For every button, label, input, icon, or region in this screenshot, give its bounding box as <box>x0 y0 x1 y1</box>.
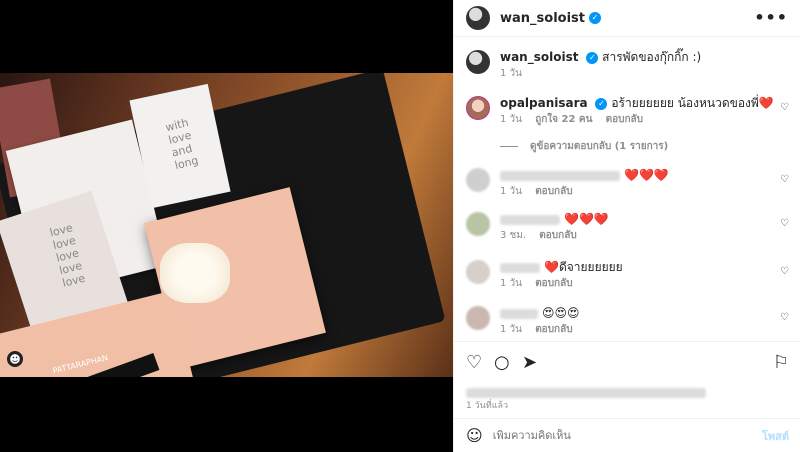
comment-username[interactable] <box>500 170 620 181</box>
heart-emoji: ❤️❤️❤️ <box>624 168 669 182</box>
emoji-icon[interactable]: ☺ <box>466 426 483 445</box>
post-comment-button[interactable]: โพสต์ <box>762 427 789 445</box>
more-horizontal-icon[interactable]: ••• <box>754 8 788 27</box>
share-icon[interactable]: ➤ <box>522 352 537 373</box>
like-comment-icon[interactable]: ♡ <box>780 218 789 229</box>
photo-ribbon <box>160 243 230 303</box>
avatar[interactable] <box>466 260 490 284</box>
post-media[interactable]: love love love love love with love and l… <box>0 0 453 452</box>
avatar[interactable] <box>466 6 490 30</box>
like-comment-icon[interactable]: ♡ <box>780 102 789 113</box>
comment-time[interactable]: 1 วัน <box>500 114 522 125</box>
comment-likes[interactable]: ถูกใจ 22 คน <box>535 114 592 125</box>
comment-input[interactable] <box>492 429 723 442</box>
like-icon[interactable]: ♡ <box>466 352 482 373</box>
avatar[interactable] <box>466 50 490 74</box>
comment-item: ❤️❤️❤️ 1 วัน ตอบกลับ ♡ <box>466 168 789 198</box>
reply-button[interactable]: ตอบกลับ <box>539 230 576 241</box>
tagged-user-icon[interactable]: ☻ <box>7 351 23 367</box>
post-header: wan_soloist ✓ ••• <box>454 0 800 37</box>
post-time[interactable]: 1 วันที่แล้ว <box>466 398 508 412</box>
like-comment-icon[interactable]: ♡ <box>780 312 789 323</box>
avatar[interactable] <box>466 306 490 330</box>
heart-emoji: ❤️ <box>758 96 774 110</box>
comment-username[interactable] <box>500 308 538 319</box>
view-replies-label: ดูข้อความตอบกลับ (1 รายการ) <box>530 141 669 152</box>
reply-button[interactable]: ตอบกลับ <box>606 114 643 125</box>
post-caption: wan_soloist ✓ สารพัดของกุ๊กกิ๊ก :) 1 วัน <box>466 50 789 80</box>
comment-item: ❤️ดีจายยยยยย 1 วัน ตอบกลับ ♡ <box>466 260 789 290</box>
avatar[interactable] <box>466 212 490 236</box>
comment-item: ❤️❤️❤️ 3 ชม. ตอบกลับ ♡ <box>466 212 789 242</box>
comment-time[interactable]: 3 ชม. <box>500 230 526 241</box>
comment-time[interactable]: 1 วัน <box>500 324 522 335</box>
reply-button[interactable]: ตอบกลับ <box>535 324 572 335</box>
reply-button[interactable]: ตอบกลับ <box>535 186 572 197</box>
comment-icon[interactable]: ○ <box>494 352 510 373</box>
emoji-text: 😍😍😍 <box>542 306 580 320</box>
caption-text: สารพัดของกุ๊กกิ๊ก :) <box>602 50 702 64</box>
heart-emoji: ❤️❤️❤️ <box>564 212 609 226</box>
verified-badge-icon: ✓ <box>586 51 599 64</box>
avatar[interactable] <box>466 168 490 192</box>
comments-list[interactable]: wan_soloist ✓ สารพัดของกุ๊กกิ๊ก :) 1 วัน… <box>454 38 800 340</box>
comment-username[interactable]: opalpanisara <box>500 96 588 110</box>
comment-text: ดีจายยยยยย <box>558 260 623 274</box>
comment-time[interactable]: 1 วัน <box>500 278 522 289</box>
comment-username[interactable] <box>500 262 540 273</box>
comment-item: opalpanisara ✓ อร้ายยยยยย น้องหนวดของพี่… <box>466 96 789 126</box>
comment-time[interactable]: 1 วัน <box>500 186 522 197</box>
caption-username[interactable]: wan_soloist <box>500 50 578 64</box>
post-side-panel: wan_soloist ✓ ••• wan_soloist ✓ สารพัดขอ… <box>453 0 800 452</box>
post-photo[interactable]: love love love love love with love and l… <box>0 73 453 377</box>
verified-badge-icon: ✓ <box>595 97 608 110</box>
view-replies-button[interactable]: ดูข้อความตอบกลับ (1 รายการ) <box>500 139 668 154</box>
save-icon[interactable]: ⚐ <box>773 352 789 373</box>
author-username[interactable]: wan_soloist <box>500 11 585 26</box>
avatar[interactable] <box>466 96 490 120</box>
add-comment-bar: ☺ โพสต์ <box>454 418 800 452</box>
post-actions: ♡ ○ ➤ ⚐ <box>454 341 800 381</box>
like-comment-icon[interactable]: ♡ <box>780 266 789 277</box>
like-comment-icon[interactable]: ♡ <box>780 174 789 185</box>
heart-emoji: ❤️ <box>544 260 559 274</box>
reply-button[interactable]: ตอบกลับ <box>535 278 572 289</box>
comment-item: 😍😍😍 1 วัน ตอบกลับ ♡ <box>466 306 789 336</box>
caption-time[interactable]: 1 วัน <box>500 68 522 79</box>
verified-badge-icon: ✓ <box>589 12 602 24</box>
comment-text: อร้ายยยยยย น้องหนวดของพี่ <box>611 96 759 110</box>
divider <box>500 146 518 147</box>
likes-text <box>466 387 706 398</box>
comment-username[interactable] <box>500 214 560 225</box>
